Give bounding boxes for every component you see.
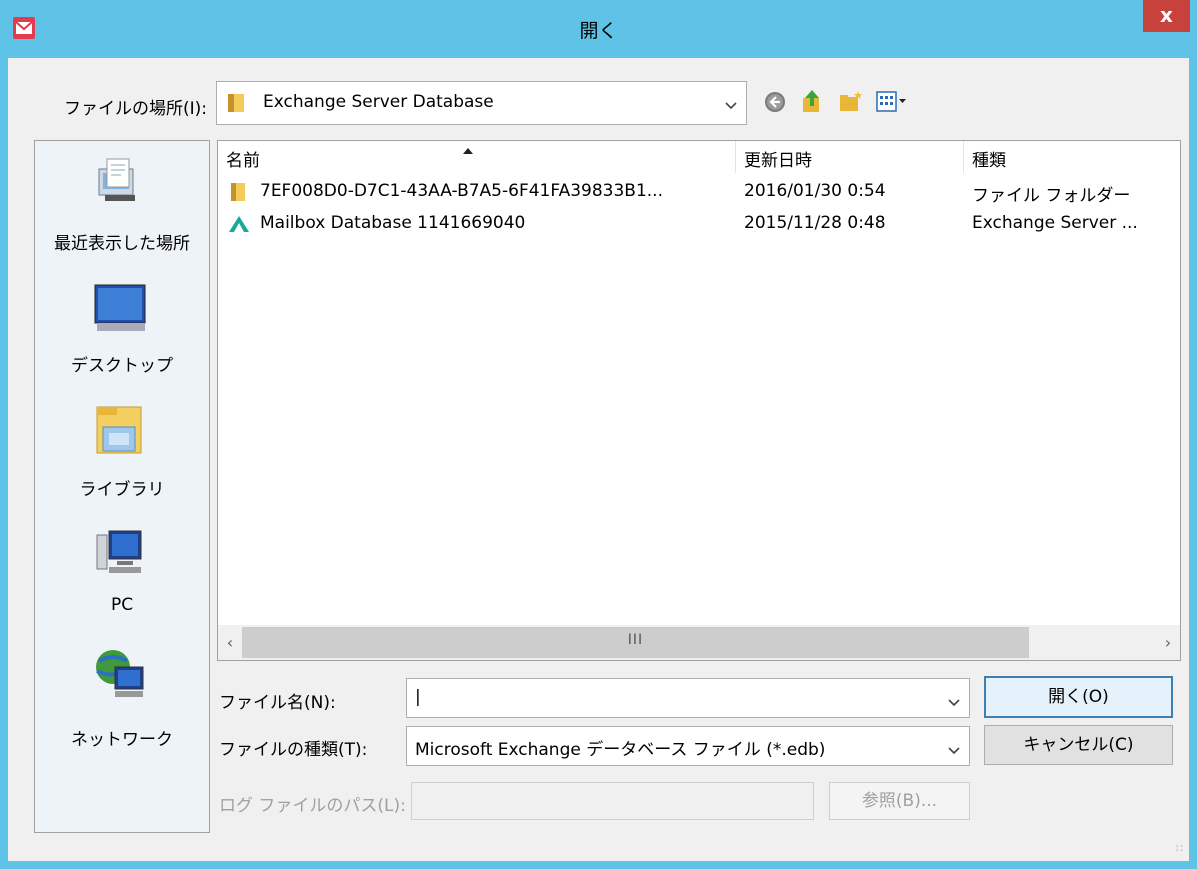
dialog-client: ファイルの場所(I): Exchange Server Database 最近表… <box>8 58 1189 861</box>
desktop-icon <box>93 283 149 340</box>
view-menu-icon[interactable] <box>876 91 908 118</box>
column-header-type[interactable]: 種類 <box>964 141 1180 173</box>
filetype-value: Microsoft Exchange データベース ファイル (*.edb) <box>415 740 826 760</box>
chevron-down-icon[interactable] <box>947 741 961 755</box>
network-icon <box>93 647 147 708</box>
libraries-icon <box>93 403 145 464</box>
folder-icon <box>230 181 246 208</box>
table-row[interactable]: 7EF008D0-D7C1-43AA-B7A5-6F41FA39833B1...… <box>218 175 1180 207</box>
lookin-value: Exchange Server Database <box>263 92 494 112</box>
scroll-right-icon[interactable]: › <box>1156 625 1180 660</box>
open-button[interactable]: 開く(O) <box>984 676 1173 718</box>
place-network[interactable]: ネットワーク <box>35 641 209 759</box>
file-type: ファイル フォルダー <box>972 186 1131 206</box>
place-desktop[interactable]: デスクトップ <box>35 271 209 389</box>
cancel-button[interactable]: キャンセル(C) <box>984 725 1173 765</box>
logpath-label: ログ ファイルのパス(L): <box>219 796 406 816</box>
horizontal-scrollbar[interactable]: ‹ III › <box>217 625 1181 661</box>
column-header-name[interactable]: 名前 <box>218 141 736 173</box>
filetype-label: ファイルの種類(T): <box>219 740 368 760</box>
place-label: 最近表示した場所 <box>54 234 190 254</box>
browse-button: 参照(B)... <box>829 782 970 820</box>
place-recent[interactable]: 最近表示した場所 <box>35 147 209 265</box>
up-folder-icon[interactable] <box>801 88 823 119</box>
exchange-db-icon <box>228 215 250 238</box>
column-header-modified[interactable]: 更新日時 <box>736 141 964 173</box>
scrollbar-thumb[interactable]: III <box>242 627 1029 658</box>
place-label: ネットワーク <box>71 730 173 750</box>
filename-label: ファイル名(N): <box>219 693 336 713</box>
dialog-title: 開く <box>579 20 618 42</box>
logpath-input <box>411 782 814 820</box>
new-folder-icon[interactable] <box>838 89 864 118</box>
lookin-label: ファイルの場所(I): <box>64 99 208 119</box>
filename-input[interactable]: | <box>406 678 970 718</box>
lookin-dropdown[interactable]: Exchange Server Database <box>216 81 747 125</box>
computer-icon <box>95 525 145 582</box>
scroll-left-icon[interactable]: ‹ <box>218 625 242 660</box>
close-button[interactable]: x <box>1143 0 1190 32</box>
file-list[interactable]: 名前 更新日時 種類 7EF008D0-D7C1-43AA-B7A5-6F41F… <box>217 140 1181 661</box>
file-modified: 2016/01/30 0:54 <box>744 181 886 201</box>
file-type: Exchange Server ... <box>972 213 1138 233</box>
place-label: ライブラリ <box>79 480 165 500</box>
scrollbar-grip: III <box>627 632 644 648</box>
places-bar: 最近表示した場所 デスクトップ ライブラリ PC ネットワーク <box>34 140 210 833</box>
recent-places-icon <box>93 155 145 212</box>
sort-ascending-icon <box>463 148 473 154</box>
folder-icon <box>227 92 245 119</box>
resize-grip-icon[interactable]: ∷ <box>1176 842 1183 855</box>
file-modified: 2015/11/28 0:48 <box>744 213 886 233</box>
place-pc[interactable]: PC <box>35 517 209 635</box>
column-label: 種類 <box>972 151 1006 171</box>
table-row[interactable]: Mailbox Database 1141669040 2015/11/28 0… <box>218 207 1180 239</box>
open-dialog: 開く x ファイルの場所(I): Exchange Server Databas… <box>0 0 1197 869</box>
title-bar[interactable]: 開く x <box>0 0 1197 58</box>
filetype-dropdown[interactable]: Microsoft Exchange データベース ファイル (*.edb) <box>406 726 970 766</box>
place-label: デスクトップ <box>71 356 173 376</box>
filename-value: | <box>415 687 421 707</box>
file-name: 7EF008D0-D7C1-43AA-B7A5-6F41FA39833B1... <box>260 181 663 201</box>
column-label: 名前 <box>226 151 260 171</box>
place-libraries[interactable]: ライブラリ <box>35 397 209 515</box>
back-icon[interactable] <box>764 91 786 118</box>
chevron-down-icon[interactable] <box>947 693 961 707</box>
file-name: Mailbox Database 1141669040 <box>260 213 526 233</box>
chevron-down-icon <box>724 96 738 110</box>
place-label: PC <box>110 595 134 615</box>
column-label: 更新日時 <box>744 151 812 171</box>
